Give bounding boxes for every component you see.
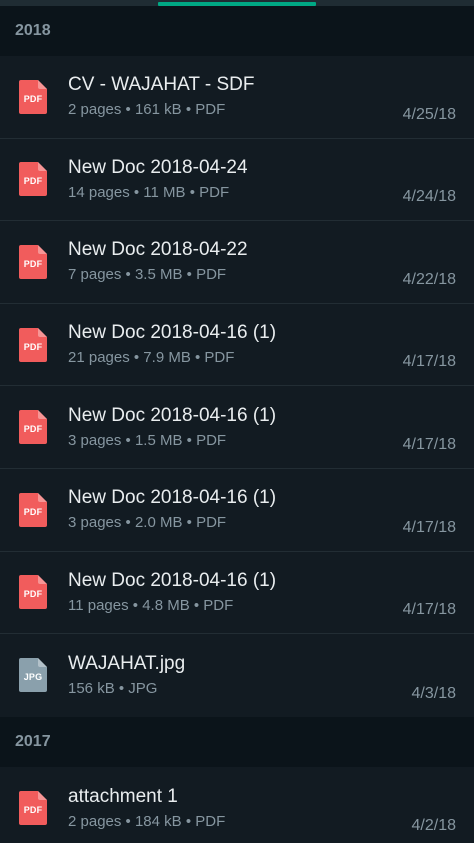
file-list-item[interactable]: PDF attachment 12 pages • 184 kB • PDF 4/2… — [0, 767, 474, 843]
file-type-label: PDF — [23, 506, 43, 517]
file-list-item[interactable]: PDF New Doc 2018-04-16 (1) 3 pages • 2.0 M… — [0, 469, 474, 552]
documents-list[interactable]: 2018 PDF CV - WAJAHAT - SDF 2 pages • 161 … — [0, 6, 474, 843]
pdf-icon: PDF — [19, 244, 47, 279]
file-list: PDF CV - WAJAHAT - SDF 2 pages • 161 kB • … — [0, 56, 474, 717]
file-list-item[interactable]: PDF New Doc 2018-04-16 (1) 11 pages • 4.8 … — [0, 552, 474, 635]
active-tab-indicator — [158, 2, 316, 6]
file-type-label: PDF — [23, 424, 43, 435]
pdf-icon: PDF — [19, 492, 47, 527]
file-date: 4/17/18 — [402, 518, 456, 536]
file-list-item[interactable]: PDF New Doc 2018-04-24 14 pages • 11 MB • … — [0, 139, 474, 222]
file-list-item[interactable]: PDF CV - WAJAHAT - SDF 2 pages • 161 kB • … — [0, 56, 474, 139]
file-list-item[interactable]: PDF New Doc 2018-04-22 7 pages • 3.5 MB • … — [0, 221, 474, 304]
file-title: New Doc 2018-04-22 — [68, 239, 248, 261]
file-title: New Doc 2018-04-16 (1) — [68, 569, 277, 591]
file-date: 4/17/18 — [402, 601, 456, 619]
file-type-label: PDF — [23, 258, 43, 269]
pdf-icon: PDF — [19, 410, 47, 445]
file-title: attachment 1 — [68, 785, 178, 807]
section-header-year: 2018 — [0, 6, 474, 56]
file-date: 4/17/18 — [402, 435, 456, 453]
file-list-item[interactable]: PDF New Doc 2018-04-16 (1) 21 pages • 7.9 … — [0, 304, 474, 387]
file-type-label: PDF — [23, 589, 43, 600]
file-date: 4/3/18 — [411, 684, 456, 702]
file-date: 4/22/18 — [402, 270, 456, 288]
jpg-icon: JPG — [19, 658, 47, 693]
file-list-item[interactable]: PDF New Doc 2018-04-16 (1) 3 pages • 1.5 M… — [0, 386, 474, 469]
file-date: 4/2/18 — [411, 817, 456, 835]
tab-bar — [0, 0, 474, 6]
file-list-item[interactable]: JPG WAJAHAT.jpg 156 kB • JPG 4/3/18 — [0, 634, 474, 717]
pdf-icon: PDF — [19, 327, 47, 362]
file-type-label: PDF — [23, 341, 43, 352]
file-date: 4/24/18 — [402, 188, 456, 206]
file-title: WAJAHAT.jpg — [68, 652, 186, 674]
file-title: CV - WAJAHAT - SDF — [68, 74, 255, 96]
file-type-label: JPG — [23, 672, 43, 683]
section-header-year: 2017 — [0, 716, 474, 767]
file-type-label: PDF — [23, 805, 43, 816]
pdf-icon: PDF — [19, 575, 47, 610]
file-type-label: PDF — [23, 176, 43, 187]
file-date: 4/17/18 — [402, 353, 456, 371]
file-list: PDF attachment 12 pages • 184 kB • PDF 4/2… — [0, 767, 474, 843]
file-date: 4/25/18 — [402, 105, 456, 123]
file-title: New Doc 2018-04-16 (1) — [68, 487, 277, 509]
file-title: New Doc 2018-04-16 (1) — [68, 322, 277, 344]
pdf-icon: PDF — [19, 791, 47, 826]
pdf-icon: PDF — [19, 162, 47, 197]
pdf-icon: PDF — [19, 79, 47, 114]
file-title: New Doc 2018-04-24 — [68, 156, 248, 178]
file-title: New Doc 2018-04-16 (1) — [68, 404, 277, 426]
file-type-label: PDF — [23, 93, 43, 104]
